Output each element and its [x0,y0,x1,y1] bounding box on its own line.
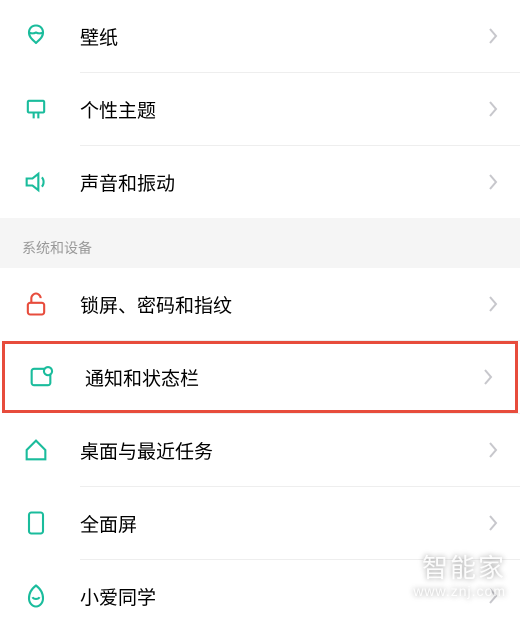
setting-item-ai-assistant[interactable]: 小爱同学 [0,560,520,632]
chevron-right-icon [488,295,498,313]
setting-item-sound[interactable]: 声音和振动 [0,146,520,218]
chevron-right-icon [483,368,493,386]
fullscreen-icon [22,509,80,537]
wallpaper-icon [22,22,80,50]
chevron-right-icon [488,514,498,532]
system-device-group: 锁屏、密码和指纹 通知和状态栏 桌面与最近任务 [0,268,520,632]
item-label: 桌面与最近任务 [80,437,488,464]
item-label: 小爱同学 [80,583,488,610]
item-label: 声音和振动 [80,169,488,196]
sound-icon [22,168,80,196]
setting-item-desktop[interactable]: 桌面与最近任务 [0,414,520,486]
chevron-right-icon [488,173,498,191]
setting-item-notification[interactable]: 通知和状态栏 [2,341,518,413]
theme-icon [22,95,80,123]
section-header-system: 系统和设备 [0,218,520,268]
item-label: 通知和状态栏 [85,364,483,391]
chevron-right-icon [488,100,498,118]
setting-item-lockscreen[interactable]: 锁屏、密码和指纹 [0,268,520,340]
setting-item-fullscreen[interactable]: 全面屏 [0,487,520,559]
setting-item-wallpaper[interactable]: 壁纸 [0,0,520,72]
item-label: 全面屏 [80,510,488,537]
item-label: 壁纸 [80,23,488,50]
chevron-right-icon [488,587,498,605]
setting-item-theme[interactable]: 个性主题 [0,73,520,145]
ai-icon [22,582,80,610]
chevron-right-icon [488,27,498,45]
item-label: 个性主题 [80,96,488,123]
notification-icon [27,363,85,391]
lock-icon [22,290,80,318]
personalization-group: 壁纸 个性主题 声音和振动 [0,0,520,218]
chevron-right-icon [488,441,498,459]
home-icon [22,436,80,464]
item-label: 锁屏、密码和指纹 [80,291,488,318]
